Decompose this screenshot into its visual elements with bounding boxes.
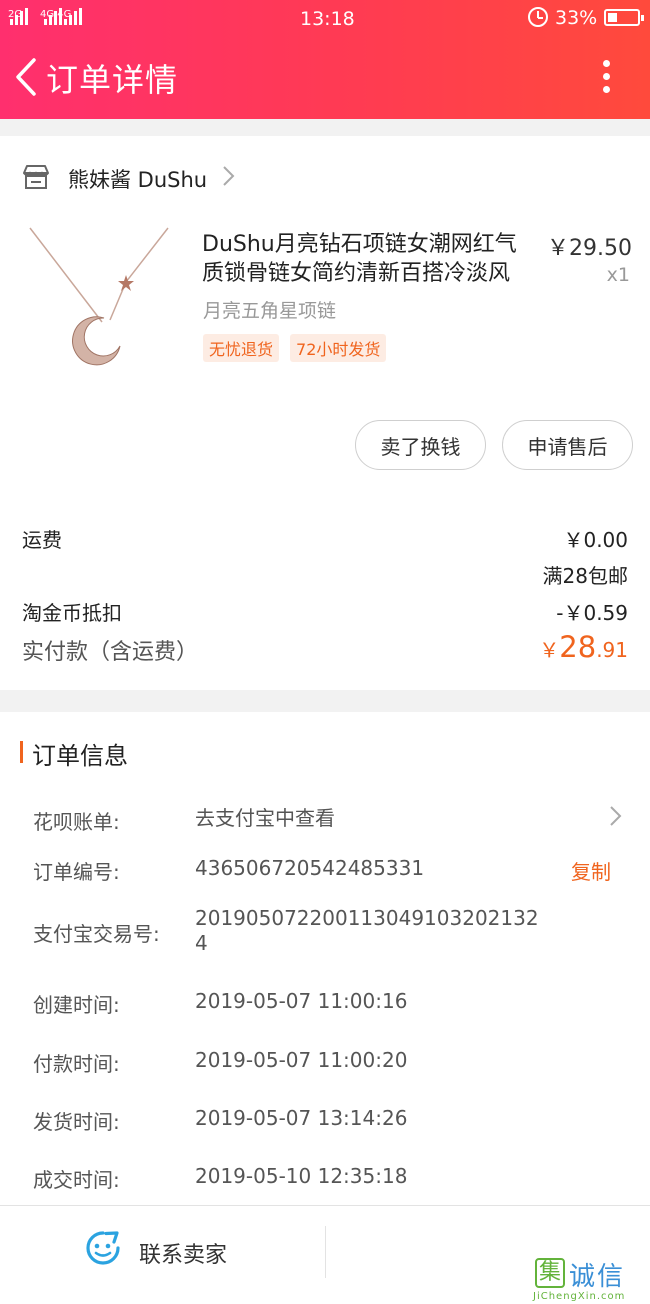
tag-free-return: 无忧退货 (203, 334, 280, 362)
app-header: 2G 4G 4G 13:18 33% 订单详情 (0, 0, 650, 119)
shipping-row: 运费 ￥0.00 (22, 524, 628, 553)
status-bar: 2G 4G 4G 13:18 33% (0, 0, 650, 36)
alipay-value: 2019050722001130491032021324 (195, 906, 539, 955)
page-title: 订单详情 (46, 61, 179, 99)
section-accent-bar (20, 741, 23, 763)
paid-time-label: 付款时间: (33, 1052, 120, 1076)
paid-label: 实付款（含运费） (22, 640, 199, 665)
alipay-label: 支付宝交易号: (33, 922, 160, 946)
completed-row: 成交时间: 2019-05-10 12:35:18 (33, 1164, 633, 1193)
coin-row: 淘金币抵扣 -￥0.59 (22, 597, 628, 626)
product-tags: 无忧退货 72小时发货 (203, 334, 387, 362)
chevron-right-icon[interactable] (608, 804, 624, 828)
section-title: 订单信息 (32, 742, 128, 770)
paid-time-value: 2019-05-07 11:00:20 (195, 1048, 408, 1072)
store-icon (23, 165, 49, 189)
coin-label: 淘金币抵扣 (22, 601, 122, 625)
more-options-icon[interactable] (596, 58, 616, 96)
product-sku: 月亮五角星项链 (203, 300, 337, 322)
paid-integer: 28 (559, 630, 597, 664)
created-value: 2019-05-07 11:00:16 (195, 989, 408, 1013)
order-number-value: 436506720542485331 (195, 856, 425, 880)
alipay-row: 支付宝交易号: 2019050722001130491032021324 (33, 906, 633, 955)
contact-seller-button[interactable]: 联系卖家 (139, 1237, 227, 1269)
paid-decimal: .91 (596, 638, 628, 662)
paid-currency: ￥ (539, 638, 560, 662)
shop-name[interactable]: 熊妹酱 DuShu (68, 164, 207, 194)
order-card: 熊妹酱 DuShu DuShu月亮钻石项链女潮网红气质锁骨链女简约清新百搭冷淡风… (0, 136, 650, 690)
product-image[interactable] (22, 220, 182, 380)
tag-72h-shipping: 72小时发货 (290, 334, 387, 362)
signal-bars-2-icon (44, 8, 62, 25)
shipped-label: 发货时间: (33, 1110, 120, 1134)
shipping-label: 运费 (22, 528, 62, 552)
contact-seller-icon[interactable] (84, 1230, 122, 1266)
signal-bars-icon (10, 8, 28, 25)
product-title[interactable]: DuShu月亮钻石项链女潮网红气质锁骨链女简约清新百搭冷淡风 (202, 230, 534, 288)
battery-percent: 33% (555, 7, 598, 29)
huabei-row[interactable]: 花呗账单: 去支付宝中查看 (33, 806, 633, 835)
product-quantity: x1 (606, 264, 630, 286)
bottom-action-bar: 联系卖家 集 诚信 JiChengXin.com (0, 1205, 650, 1304)
watermark-url: JiChengXin.com (533, 1291, 626, 1302)
shipping-note: 满28包邮 (542, 564, 628, 588)
product-price: ￥29.50 (547, 236, 632, 261)
watermark-logo: 集 (535, 1258, 565, 1288)
footer-divider (325, 1226, 326, 1278)
completed-label: 成交时间: (33, 1168, 120, 1192)
signal-bars-3-icon (64, 8, 82, 25)
huabei-label: 花呗账单: (33, 810, 120, 834)
after-sale-button[interactable]: 申请售后 (502, 420, 633, 470)
copy-button[interactable]: 复制 (571, 856, 611, 885)
order-number-label: 订单编号: (33, 860, 120, 884)
watermark: 集 诚信 JiChengXin.com (533, 1256, 650, 1302)
shipped-value: 2019-05-07 13:14:26 (195, 1106, 408, 1130)
paid-amount: ￥28.91 (539, 630, 628, 664)
paid-row: 实付款（含运费） ￥28.91 (22, 630, 628, 666)
watermark-name: 诚信 (569, 1262, 626, 1292)
huabei-value[interactable]: 去支付宝中查看 (195, 806, 547, 831)
chevron-right-icon[interactable] (219, 164, 239, 188)
coin-value: -￥0.59 (556, 601, 628, 625)
sell-button[interactable]: 卖了换钱 (355, 420, 486, 470)
created-label: 创建时间: (33, 993, 120, 1017)
status-time: 13:18 (300, 8, 355, 30)
shipping-value: ￥0.00 (563, 528, 628, 552)
completed-value: 2019-05-10 12:35:18 (195, 1164, 408, 1188)
battery-icon (604, 9, 644, 26)
alarm-clock-icon (528, 7, 548, 27)
created-row: 创建时间: 2019-05-07 11:00:16 (33, 989, 633, 1018)
paid-time-row: 付款时间: 2019-05-07 11:00:20 (33, 1048, 633, 1077)
order-number-row: 订单编号: 436506720542485331 复制 (33, 856, 633, 885)
shipped-row: 发货时间: 2019-05-07 13:14:26 (33, 1106, 633, 1135)
back-arrow-icon[interactable] (10, 57, 46, 97)
